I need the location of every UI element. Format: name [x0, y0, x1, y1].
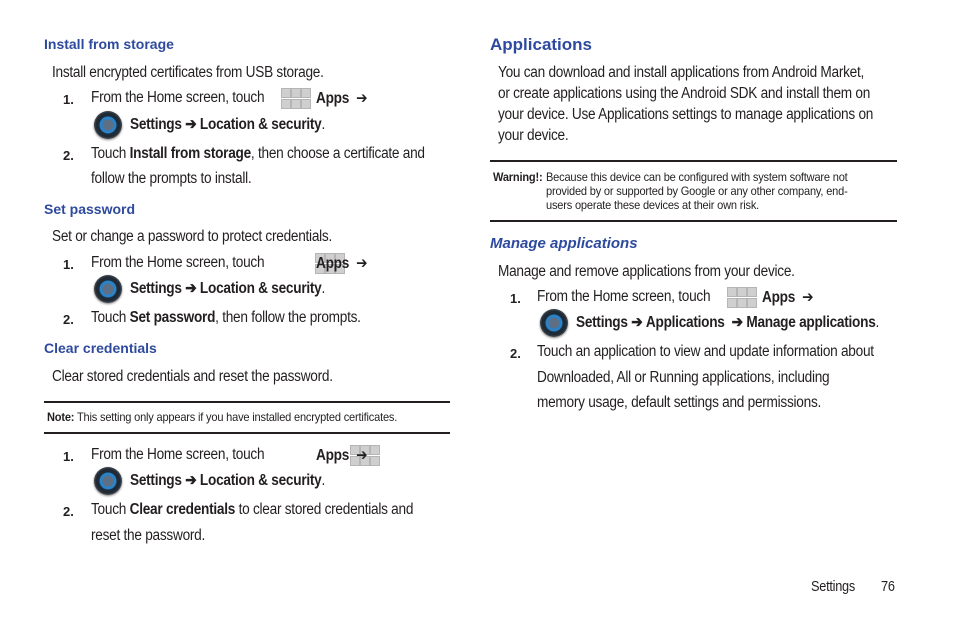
settings-path: Settings ➔ Location & security. [130, 116, 326, 133]
step-2-text-line2: follow the prompts to install. [91, 170, 252, 187]
note-text: This setting only appears if you have in… [76, 410, 398, 424]
section-description: Set or change a password to protect cred… [52, 228, 333, 245]
warning-text-line: Because this device can be configured wi… [546, 170, 848, 184]
arrow-icon: ➔ [356, 255, 368, 272]
section-description: Clear stored credentials and reset the p… [52, 368, 333, 385]
footer-section-name: Settings [811, 579, 855, 595]
note-top-rule [44, 401, 450, 403]
arrow-icon: ➔ [356, 447, 368, 464]
warning-label: Warning!: [493, 170, 543, 184]
warning-text-line: provided by or supported by Google or an… [546, 184, 848, 198]
settings-path: Settings ➔ Location & security. [130, 280, 326, 297]
section-description: Manage and remove applications from your… [498, 263, 795, 280]
apps-path: Apps ➔ [316, 90, 368, 107]
warning-bottom-rule [490, 220, 897, 222]
section-description: Install encrypted certificates from USB … [52, 64, 324, 81]
step-2-text: Touch Set password, then follow the prom… [91, 309, 361, 326]
step-number: 1. [63, 92, 74, 107]
apps-path: Apps ➔ [316, 255, 368, 272]
section-heading-install-from-storage: Install from storage [44, 36, 174, 52]
note-label: Note: [47, 410, 75, 424]
step-number: 2. [63, 312, 74, 327]
step-1-text: From the Home screen, touch [537, 288, 711, 305]
left-column: Install from storage Install encrypted c… [0, 0, 470, 544]
step-number: 2. [63, 504, 74, 519]
settings-gear-icon [94, 111, 122, 139]
warning-text-line: users operate these devices at their own… [546, 198, 760, 212]
apps-grid-icon [281, 88, 311, 110]
step-number: 1. [510, 291, 521, 306]
step-2-text-line2: reset the password. [91, 527, 206, 544]
step-2-text: Touch Clear credentials to clear stored … [91, 501, 414, 518]
step-number: 2. [63, 148, 74, 163]
settings-path: Settings ➔ Applications ➔ Manage applica… [576, 314, 880, 331]
footer-page-number: 76 [881, 579, 895, 595]
arrow-icon: ➔ [802, 289, 814, 306]
step-number: 2. [510, 346, 521, 361]
step-2-text: Touch Install from storage, then choose … [91, 145, 425, 162]
section-heading-clear-credentials: Clear credentials [44, 340, 157, 356]
apps-path: Apps ➔ [762, 289, 814, 306]
step-2-text-line: Touch an application to view and update … [537, 343, 874, 360]
note-box: Note: This setting only appears if you h… [47, 410, 397, 424]
paragraph-line: your device. [498, 127, 569, 144]
step-1-text: From the Home screen, touch [91, 446, 265, 463]
settings-gear-icon [94, 275, 122, 303]
warning-top-rule [490, 160, 897, 162]
step-number: 1. [63, 257, 74, 272]
settings-path: Settings ➔ Location & security. [130, 472, 326, 489]
step-2-text-line: Downloaded, All or Running applications,… [537, 369, 830, 386]
right-column: Applications You can download and instal… [470, 0, 954, 411]
step-1-text: From the Home screen, touch [91, 254, 265, 271]
paragraph-line: or create applications using the Android… [498, 85, 871, 102]
step-1-text: From the Home screen, touch [91, 89, 265, 106]
section-heading-applications: Applications [490, 35, 593, 54]
step-number: 1. [63, 449, 74, 464]
apps-grid-icon [727, 287, 757, 309]
paragraph-line: You can download and install application… [498, 64, 865, 81]
section-heading-set-password: Set password [44, 201, 136, 217]
paragraph-line: your device. Use Applications settings t… [498, 106, 874, 123]
settings-gear-icon [94, 467, 122, 495]
note-bottom-rule [44, 432, 450, 434]
settings-gear-icon [540, 309, 568, 337]
apps-path: Apps ➔ [316, 447, 368, 464]
arrow-icon: ➔ [356, 90, 368, 107]
step-2-text-line: memory usage, default settings and permi… [537, 394, 822, 411]
section-heading-manage-applications: Manage applications [490, 235, 638, 252]
